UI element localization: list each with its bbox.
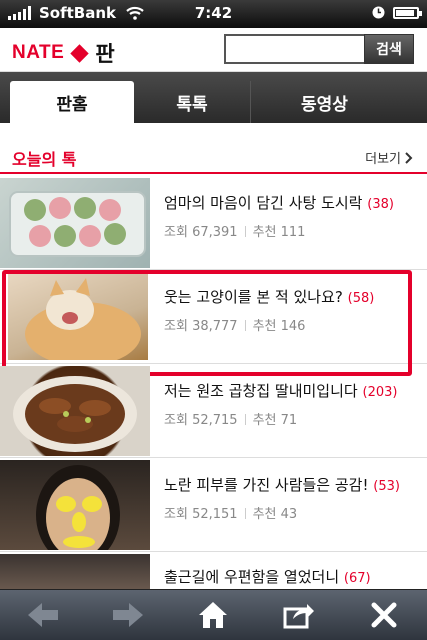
- views-label: 조회: [164, 225, 188, 240]
- views-label: 조회: [164, 507, 188, 522]
- thumbnail-face: [0, 460, 150, 550]
- recommend-value: 71: [280, 413, 298, 428]
- close-icon: [371, 602, 397, 628]
- search-button[interactable]: 검색: [364, 34, 414, 64]
- recommend-label: 추천: [252, 413, 277, 428]
- comment-count: (203): [362, 385, 398, 400]
- logo-nate: NATE: [12, 42, 65, 63]
- clock-icon: [372, 6, 385, 19]
- item-title: 저는 원조 곱창집 딸내미입니다: [164, 382, 358, 400]
- comment-count: (67): [343, 571, 371, 586]
- views-label: 조회: [164, 319, 188, 334]
- app-header: NATE 판 검색: [0, 28, 427, 72]
- battery-icon: [393, 6, 422, 19]
- thumbnail-cat: [8, 274, 148, 360]
- recommend-label: 추천: [252, 507, 277, 522]
- more-label: 더보기: [365, 152, 401, 167]
- share-icon: [283, 604, 314, 629]
- comment-count: (58): [347, 291, 375, 306]
- item-meta: 조회 67,391 추천 111: [164, 221, 305, 240]
- search-input[interactable]: [224, 34, 364, 64]
- item-headline: 출근길에 우편함을 열었더니 (67): [164, 566, 371, 587]
- item-headline: 저는 원조 곱창집 딸내미입니다 (203): [164, 380, 397, 401]
- item-headline: 엄마의 마음이 담긴 사탕 도시락 (38): [164, 192, 394, 213]
- list-item[interactable]: 노란 피부를 가진 사람들은 공감! (53) 조회 52,151 추천 43: [0, 458, 427, 552]
- back-button[interactable]: [19, 595, 67, 635]
- close-button[interactable]: [360, 595, 408, 635]
- clock: 7:42: [194, 4, 233, 22]
- tab-video[interactable]: 동영상: [250, 81, 398, 123]
- item-headline: 노란 피부를 가진 사람들은 공감! (53): [164, 474, 400, 495]
- list-item[interactable]: 출근길에 우편함을 열었더니 (67): [0, 552, 427, 592]
- diamond-icon: [70, 43, 90, 63]
- more-link[interactable]: 더보기: [365, 148, 413, 167]
- item-title: 엄마의 마음이 담긴 사탕 도시락: [164, 194, 363, 212]
- list-item[interactable]: 웃는 고양이를 본 적 있나요? (58) 조회 38,777 추천 146: [0, 270, 427, 376]
- status-right: [372, 6, 422, 19]
- item-meta: 조회 52,715 추천 71: [164, 409, 297, 428]
- talk-list: 엄마의 마음이 담긴 사탕 도시락 (38) 조회 67,391 추천 111 웃…: [0, 176, 427, 592]
- section-header: 오늘의 톡 더보기: [0, 140, 427, 174]
- comment-count: (53): [373, 479, 400, 494]
- chevron-right-icon: [405, 151, 413, 164]
- share-button[interactable]: [275, 595, 323, 635]
- recommend-value: 111: [280, 225, 306, 240]
- home-icon: [199, 602, 228, 628]
- nate-pan-logo[interactable]: NATE 판: [12, 38, 115, 68]
- list-item[interactable]: 저는 원조 곱창집 딸내미입니다 (203) 조회 52,715 추천 71: [0, 364, 427, 458]
- recommend-label: 추천: [252, 225, 277, 240]
- comment-count: (38): [367, 197, 394, 212]
- browser-toolbar: [0, 589, 427, 640]
- tab-toktok[interactable]: 톡톡: [134, 81, 250, 123]
- recommend-label: 추천: [252, 319, 277, 334]
- views-value: 52,715: [192, 413, 238, 428]
- arrow-right-icon: [113, 603, 144, 627]
- recommend-value: 43: [280, 507, 298, 522]
- section-title: 오늘의 톡: [12, 150, 77, 169]
- item-title: 노란 피부를 가진 사람들은 공감!: [164, 476, 369, 494]
- thumbnail-partial: [0, 554, 150, 592]
- views-value: 67,391: [192, 225, 238, 240]
- item-title: 웃는 고양이를 본 적 있나요?: [164, 288, 343, 306]
- item-headline: 웃는 고양이를 본 적 있나요? (58): [164, 286, 374, 307]
- tab-bar: 판홈 톡톡 동영상: [0, 72, 427, 123]
- views-label: 조회: [164, 413, 188, 428]
- thumbnail-food: [0, 366, 150, 456]
- thumbnail-lunchbox: [0, 178, 150, 268]
- tab-pan-home[interactable]: 판홈: [10, 81, 134, 123]
- home-button[interactable]: [189, 595, 237, 635]
- item-meta: 조회 52,151 추천 43: [164, 503, 297, 522]
- recommend-value: 146: [280, 319, 306, 334]
- search-form: 검색: [224, 34, 414, 64]
- status-bar: SoftBank 7:42: [0, 0, 427, 28]
- forward-button[interactable]: [104, 595, 152, 635]
- item-meta: 조회 38,777 추천 146: [164, 315, 305, 334]
- item-title: 출근길에 우편함을 열었더니: [164, 568, 340, 586]
- logo-pan: 판: [95, 43, 115, 66]
- list-item[interactable]: 엄마의 마음이 담긴 사탕 도시락 (38) 조회 67,391 추천 111: [0, 176, 427, 270]
- arrow-left-icon: [27, 603, 58, 627]
- views-value: 38,777: [192, 319, 238, 334]
- views-value: 52,151: [192, 507, 238, 522]
